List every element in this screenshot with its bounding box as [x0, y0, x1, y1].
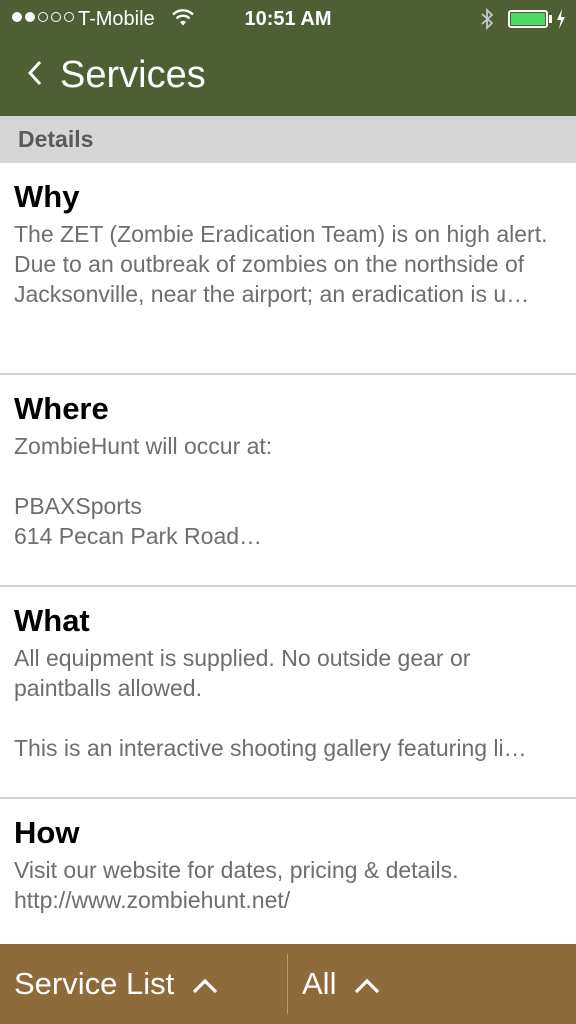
row-title: Why [14, 179, 80, 214]
service-list-button[interactable]: Service List [14, 944, 218, 1024]
chevron-left-icon [27, 60, 42, 91]
bluetooth-icon [480, 7, 494, 37]
row-title: Where [14, 391, 109, 426]
charging-icon [555, 8, 567, 36]
service-list-label: Service List [14, 966, 175, 1001]
toolbar-divider [287, 954, 288, 1014]
back-button[interactable]: Services [27, 52, 206, 98]
row-body: All equipment is supplied. No outside ge… [14, 645, 527, 761]
detail-row-why[interactable]: Why The ZET (Zombie Eradication Team) is… [0, 163, 576, 375]
chevron-up-icon [192, 966, 218, 1002]
row-title: How [14, 815, 80, 850]
nav-bar: Services [0, 40, 576, 116]
chevron-up-icon [354, 966, 380, 1002]
row-body: ZombieHunt will occur at: PBAXSports 614… [14, 433, 273, 549]
detail-row-what[interactable]: What All equipment is supplied. No outsi… [0, 587, 576, 799]
detail-row-where[interactable]: Where ZombieHunt will occur at: PBAXSpor… [0, 375, 576, 587]
row-title: What [14, 603, 90, 638]
row-body: Visit our website for dates, pricing & d… [14, 857, 459, 913]
details-list: Why The ZET (Zombie Eradication Team) is… [0, 163, 576, 1011]
services-screen: T-Mobile 10:51 AM Services Details Why T… [0, 0, 576, 1024]
battery-nub [549, 15, 552, 23]
page-title: Services [60, 53, 206, 96]
battery-icon [508, 10, 548, 28]
battery-level [511, 13, 545, 25]
bottom-toolbar: Service List All [0, 944, 576, 1024]
all-filter-button[interactable]: All [302, 944, 380, 1024]
all-filter-label: All [302, 966, 337, 1001]
section-header-details: Details [0, 116, 576, 163]
top-bar: T-Mobile 10:51 AM Services [0, 0, 576, 116]
row-body: The ZET (Zombie Eradication Team) is on … [14, 221, 548, 307]
status-bar: T-Mobile 10:51 AM [0, 0, 576, 40]
